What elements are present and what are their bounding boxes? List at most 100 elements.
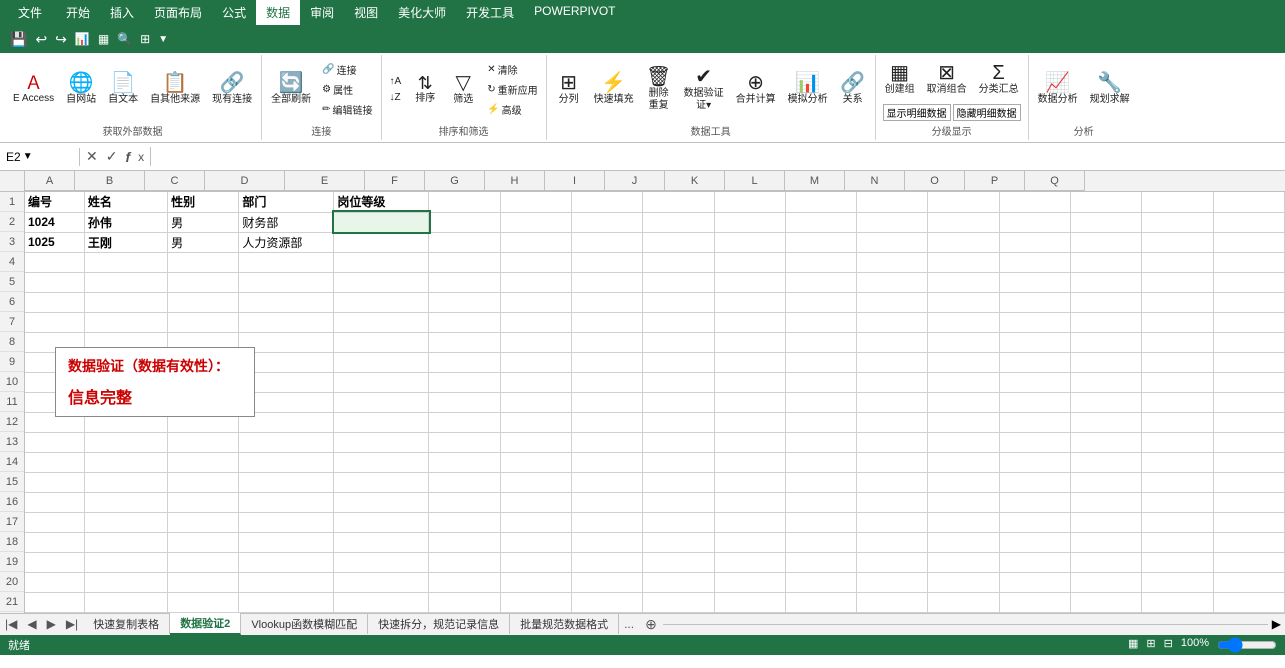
cell-q1[interactable] — [1213, 192, 1284, 212]
col-header-l[interactable]: L — [725, 171, 785, 191]
cell-m1[interactable] — [928, 192, 999, 212]
col-header-c[interactable]: C — [145, 171, 205, 191]
col-header-a[interactable]: A — [25, 171, 75, 191]
edit-links-button[interactable]: ✏ 编辑链接 — [318, 100, 376, 119]
row-num-18[interactable]: 18 — [0, 532, 24, 552]
cell-a18[interactable] — [25, 532, 84, 552]
cell-k3[interactable] — [785, 232, 856, 252]
row-num-7[interactable]: 7 — [0, 312, 24, 332]
cell-d1[interactable]: 部门 — [239, 192, 334, 212]
row-num-13[interactable]: 13 — [0, 432, 24, 452]
data-validation-button[interactable]: ✔ 数据验证证▾ — [679, 64, 729, 115]
cell-m2[interactable] — [928, 212, 999, 232]
col-header-o[interactable]: O — [905, 171, 965, 191]
add-sheet-button[interactable]: ⊕ — [639, 614, 663, 635]
cell-p3[interactable] — [1142, 232, 1213, 252]
cell-c4[interactable] — [168, 252, 239, 272]
sheet-tab-5[interactable]: 批量规范数据格式 — [510, 614, 619, 634]
tab-nav-last[interactable]: ▶| — [61, 615, 83, 633]
row-num-12[interactable]: 12 — [0, 412, 24, 432]
sort-button[interactable]: ⇅ 排序 — [407, 71, 443, 108]
row-num-1[interactable]: 1 — [0, 192, 24, 212]
redo-icon[interactable]: ↪ — [53, 29, 69, 50]
cell-e1[interactable]: 岗位等级 — [334, 192, 429, 212]
tab-insert[interactable]: 插入 — [100, 0, 144, 25]
cell-a4[interactable] — [25, 252, 84, 272]
sort-desc-button[interactable]: ↓Z — [386, 90, 406, 105]
relationships-button[interactable]: 🔗 关系 — [835, 70, 871, 109]
reapply-button[interactable]: ↻ 重新应用 — [483, 80, 541, 99]
tab-nav-prev[interactable]: ◀ — [22, 615, 41, 633]
tab-page-layout[interactable]: 页面布局 — [144, 0, 212, 25]
existing-conn-button[interactable]: 🔗 现有连接 — [207, 70, 257, 109]
table-icon[interactable]: ▦ — [96, 30, 111, 48]
tab-file[interactable]: 文件 — [4, 0, 56, 25]
col-header-k[interactable]: K — [665, 171, 725, 191]
cell-m3[interactable] — [928, 232, 999, 252]
tab-nav-next[interactable]: ▶ — [42, 615, 61, 633]
tab-home[interactable]: 开始 — [56, 0, 100, 25]
sort-asc-button[interactable]: ↑A — [386, 74, 406, 89]
row-num-3[interactable]: 3 — [0, 232, 24, 252]
cell-d2[interactable]: 财务部 — [239, 212, 334, 232]
cell-f1[interactable] — [429, 192, 500, 212]
row-num-5[interactable]: 5 — [0, 272, 24, 292]
refresh-all-button[interactable]: 🔄 全部刷新 — [266, 70, 316, 109]
cell-a21[interactable] — [25, 592, 84, 612]
filter-button[interactable]: ▽ 筛选 — [445, 70, 481, 109]
cell-e4[interactable] — [334, 252, 429, 272]
cell-i1[interactable] — [643, 192, 714, 212]
row-num-21[interactable]: 21 — [0, 592, 24, 612]
cell-a20[interactable] — [25, 572, 84, 592]
col-header-b[interactable]: B — [75, 171, 145, 191]
cell-a1[interactable]: 编号 — [25, 192, 84, 212]
cell-b3[interactable]: 王刚 — [84, 232, 167, 252]
data-analysis-button[interactable]: 📈 数据分析 — [1033, 70, 1083, 109]
what-if-button[interactable]: 📊 模拟分析 — [783, 70, 833, 109]
formula-input[interactable] — [151, 148, 1285, 166]
sheet-tab-2[interactable]: 数据验证2 — [170, 613, 241, 635]
col-header-q[interactable]: Q — [1025, 171, 1085, 191]
zoom-icon[interactable]: 🔍 — [115, 30, 134, 48]
cell-d3[interactable]: 人力资源部 — [239, 232, 334, 252]
web-button[interactable]: 🌐 自网站 — [61, 70, 101, 109]
sheet-tab-3[interactable]: Vlookup函数模糊匹配 — [241, 614, 368, 634]
cell-o3[interactable] — [1070, 232, 1141, 252]
cell-b4[interactable] — [84, 252, 167, 272]
col-header-m[interactable]: M — [785, 171, 845, 191]
row-num-15[interactable]: 15 — [0, 472, 24, 492]
col-header-h[interactable]: H — [485, 171, 545, 191]
cell-h1[interactable] — [572, 192, 643, 212]
row-num-16[interactable]: 16 — [0, 492, 24, 512]
cell-b1[interactable]: 姓名 — [84, 192, 167, 212]
cell-c3[interactable]: 男 — [168, 232, 239, 252]
cell-n3[interactable] — [999, 232, 1070, 252]
cell-o2[interactable] — [1070, 212, 1141, 232]
group-button[interactable]: ▦ 创建组 — [880, 60, 920, 99]
text-button[interactable]: 📄 自文本 — [103, 70, 143, 109]
cell-b2[interactable]: 孙伟 — [84, 212, 167, 232]
row-num-11[interactable]: 11 — [0, 392, 24, 412]
row-num-9[interactable]: 9 — [0, 352, 24, 372]
cell-p2[interactable] — [1142, 212, 1213, 232]
row-num-19[interactable]: 19 — [0, 552, 24, 572]
remove-dup-button[interactable]: 🗑 删除重复 — [641, 64, 677, 115]
advanced-button[interactable]: ⚡ 高级 — [483, 100, 541, 119]
cell-a19[interactable] — [25, 552, 84, 572]
cell-a6[interactable] — [25, 292, 84, 312]
cell-g1[interactable] — [500, 192, 571, 212]
cell-a5[interactable] — [25, 272, 84, 292]
cell-f2[interactable] — [429, 212, 500, 232]
cell-p1[interactable] — [1142, 192, 1213, 212]
tab-devtools[interactable]: 开发工具 — [456, 0, 524, 25]
cell-g3[interactable] — [500, 232, 571, 252]
col-header-p[interactable]: P — [965, 171, 1025, 191]
row-num-17[interactable]: 17 — [0, 512, 24, 532]
zoom-slider[interactable] — [1217, 637, 1277, 653]
cell-a13[interactable] — [25, 432, 84, 452]
view-layout[interactable]: ⊞ — [1146, 637, 1155, 653]
row-num-10[interactable]: 10 — [0, 372, 24, 392]
solver-button[interactable]: 🔧 规划求解 — [1085, 70, 1135, 109]
cell-n2[interactable] — [999, 212, 1070, 232]
cell-h2[interactable] — [572, 212, 643, 232]
